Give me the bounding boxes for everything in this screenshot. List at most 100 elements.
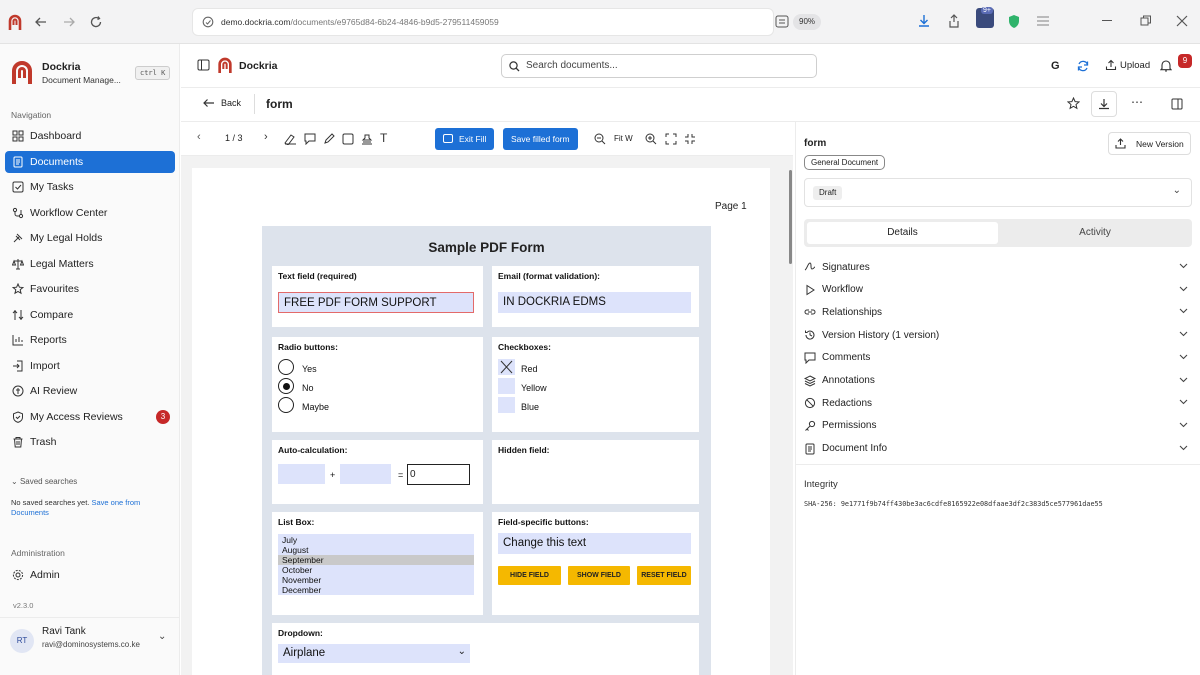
tab-activity[interactable]: Activity: [1001, 222, 1189, 244]
sidebar-item-compare[interactable]: Compare: [5, 304, 175, 326]
saved-searches-toggle[interactable]: ⌄ Saved searches: [11, 477, 77, 486]
checkbox-blue[interactable]: [498, 397, 515, 413]
back-button[interactable]: Back: [203, 98, 241, 108]
reader-view-icon[interactable]: [775, 15, 789, 28]
sidebar-item-trash[interactable]: Trash: [5, 431, 175, 453]
bell-icon[interactable]: [1160, 59, 1172, 72]
autocalc-result[interactable]: 0: [407, 464, 470, 485]
sidebar-item-documents[interactable]: Documents: [5, 150, 175, 173]
save-filled-form-button[interactable]: Save filled form: [503, 128, 578, 150]
share-icon[interactable]: [947, 13, 961, 29]
show-field-button[interactable]: SHOW FIELD: [568, 566, 630, 585]
sidebar-item-favourites[interactable]: Favourites: [5, 278, 175, 300]
sidebar-item-my-legal-holds[interactable]: My Legal Holds: [5, 227, 175, 249]
section-comments[interactable]: Comments: [804, 347, 1188, 369]
sidebar-item-admin[interactable]: Admin: [5, 564, 175, 586]
brand-name: Dockria: [239, 60, 278, 72]
prev-page-icon[interactable]: ‹: [197, 131, 201, 143]
listbox[interactable]: July August September October November Decemb…: [278, 534, 474, 595]
radio-maybe[interactable]: [278, 397, 294, 413]
listbox-option[interactable]: December: [278, 585, 474, 595]
fullscreen-icon[interactable]: [665, 133, 677, 145]
section-signatures[interactable]: Signatures: [804, 256, 1188, 278]
status-select[interactable]: Draft ⌄: [804, 178, 1192, 207]
sync-icon[interactable]: [1077, 60, 1089, 72]
sidebar-toggle-icon[interactable]: [197, 59, 210, 71]
saved-searches-empty-text: No saved searches yet.: [11, 498, 90, 507]
section-workflow[interactable]: Workflow: [804, 279, 1188, 301]
download-icon[interactable]: [917, 13, 931, 29]
checkbox-yellow[interactable]: [498, 378, 515, 394]
shield-extension-icon[interactable]: [1007, 14, 1021, 29]
sidebar-item-reports[interactable]: Reports: [5, 329, 175, 351]
upload-button[interactable]: Upload: [1105, 59, 1150, 71]
listbox-option[interactable]: July: [278, 535, 474, 545]
g-icon[interactable]: G: [1051, 60, 1060, 72]
text-tool-icon[interactable]: T: [380, 131, 387, 145]
zoom-level[interactable]: 90%: [793, 14, 822, 30]
section-relationships[interactable]: Relationships: [804, 301, 1188, 323]
zoom-out-icon[interactable]: [594, 133, 606, 145]
exit-fill-button[interactable]: Exit Fill: [435, 128, 495, 150]
reset-field-button[interactable]: RESET FIELD: [637, 566, 691, 585]
autocalc-input-a[interactable]: [278, 464, 325, 484]
tab-details[interactable]: Details: [807, 222, 998, 244]
section-document[interactable]: Document Info: [804, 438, 1188, 460]
sidebar-item-dashboard[interactable]: Dashboard: [5, 125, 175, 147]
back-arrow-icon[interactable]: [34, 15, 48, 29]
download-doc-button[interactable]: [1091, 91, 1117, 117]
minimize-icon[interactable]: [1102, 20, 1112, 22]
command-shortcut[interactable]: ctrl K: [135, 66, 171, 80]
extension-icon[interactable]: 9+: [976, 7, 994, 28]
next-page-icon[interactable]: ›: [264, 131, 268, 143]
email-input[interactable]: IN DOCKRIA EDMS: [498, 292, 691, 313]
section-permissions[interactable]: Permissions: [804, 415, 1188, 437]
scrollbar-thumb[interactable]: [789, 170, 792, 264]
restore-icon[interactable]: [1140, 15, 1152, 27]
new-version-button[interactable]: New Version: [1108, 132, 1191, 155]
checkbox-red[interactable]: [498, 359, 515, 375]
forward-arrow-icon[interactable]: [62, 15, 76, 29]
sidebar-item-my-access-reviews[interactable]: My Access Reviews 3: [5, 406, 175, 428]
pdf-canvas[interactable]: Page 1 Apryse Sample PDF Form Text field…: [181, 156, 793, 675]
section-redactions[interactable]: Redactions: [804, 392, 1188, 414]
address-bar[interactable]: demo.dockria.com/documents/e9765d84-6b24…: [192, 8, 774, 36]
text-field-input[interactable]: FREE PDF FORM SUPPORT: [278, 292, 474, 313]
sidebar-item-import[interactable]: Import: [5, 355, 175, 377]
sidebar-item-workflow-center[interactable]: Workflow Center: [5, 202, 175, 224]
listbox-option[interactable]: August: [278, 545, 474, 555]
menu-lines-icon[interactable]: [1036, 15, 1050, 27]
dropdown-select[interactable]: Airplane ⌄: [278, 644, 470, 663]
close-window-icon[interactable]: [1176, 15, 1188, 27]
autocalc-input-b[interactable]: [340, 464, 391, 484]
radio-yes[interactable]: [278, 359, 294, 375]
app-logo-icon[interactable]: [10, 60, 34, 84]
star-icon[interactable]: [1067, 97, 1080, 110]
hide-field-button[interactable]: HIDE FIELD: [498, 566, 561, 585]
panel-toggle-icon[interactable]: [1171, 98, 1183, 110]
more-options-icon[interactable]: ⋯: [1131, 95, 1143, 109]
radio-no[interactable]: [278, 378, 294, 394]
draw-icon[interactable]: [284, 133, 297, 145]
sidebar-item-my-tasks[interactable]: My Tasks: [5, 176, 175, 198]
listbox-option[interactable]: October: [278, 565, 474, 575]
change-text-input[interactable]: Change this text: [498, 533, 691, 554]
section-version[interactable]: Version History (1 version): [804, 324, 1188, 346]
text-field-value: FREE PDF FORM SUPPORT: [284, 297, 437, 309]
section-annotations[interactable]: Annotations: [804, 370, 1188, 392]
stamp-icon[interactable]: [361, 133, 373, 145]
zoom-in-icon[interactable]: [645, 133, 657, 145]
highlighter-icon[interactable]: [323, 133, 335, 145]
search-input[interactable]: Search documents...: [501, 54, 817, 78]
fit-width-button[interactable]: Fit W: [614, 134, 633, 143]
sidebar-item-ai-review[interactable]: AI Review: [5, 380, 175, 402]
sidebar-item-legal-matters[interactable]: Legal Matters: [5, 253, 175, 275]
tasks-icon: [12, 181, 24, 193]
rectangle-tool-icon[interactable]: [342, 133, 354, 145]
comment-tool-icon[interactable]: [304, 133, 316, 145]
user-menu[interactable]: RT Ravi Tank ravi@dominosystems.co.ke ⌄: [0, 617, 180, 675]
reload-icon[interactable]: [89, 15, 103, 29]
listbox-option[interactable]: November: [278, 575, 474, 585]
listbox-option[interactable]: September: [278, 555, 474, 565]
collapse-icon[interactable]: [684, 133, 696, 145]
